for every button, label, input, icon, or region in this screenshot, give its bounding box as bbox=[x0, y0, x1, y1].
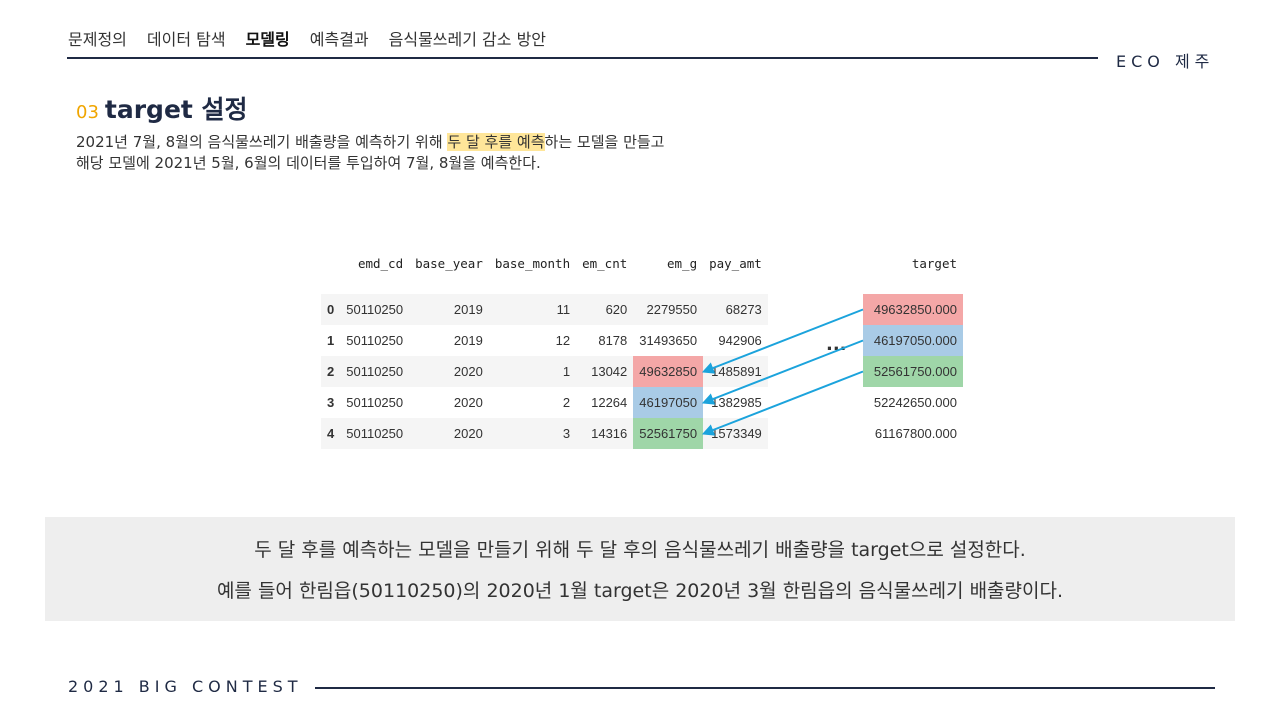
table-cell: 13042 bbox=[576, 356, 634, 387]
table-cell: 68273 bbox=[703, 294, 768, 325]
highlighted-cell-blue: 46197050 bbox=[633, 387, 704, 418]
description: 2021년 7월, 8월의 음식물쓰레기 배출량을 예측하기 위해 두 달 후를… bbox=[76, 132, 664, 174]
table-cell: 50110250 bbox=[340, 356, 410, 387]
table-cell: 14316 bbox=[576, 418, 634, 449]
target-cell-blue: 46197050.000 bbox=[863, 325, 963, 356]
table-cell: 50110250 bbox=[340, 294, 410, 325]
table-cell: 1485891 bbox=[703, 356, 768, 387]
column-header: em_g bbox=[667, 255, 698, 271]
description-highlight: 두 달 후를 예측 bbox=[447, 133, 545, 151]
table-cell: 50110250 bbox=[346, 333, 404, 348]
target-cell-green: 52561750.000 bbox=[863, 356, 963, 387]
description-text: 2021년 7월, 8월의 음식물쓰레기 배출량을 예측하기 위해 bbox=[76, 133, 448, 151]
highlighted-cell-red: 49632850 bbox=[633, 356, 704, 387]
table-cell: 50110250 bbox=[346, 395, 404, 410]
brand-label: ECO 제주 bbox=[1116, 52, 1215, 71]
nav-item-problem[interactable]: 문제정의 bbox=[68, 26, 127, 50]
table-cell: 11 bbox=[488, 294, 577, 325]
top-divider bbox=[67, 57, 1098, 59]
table-row: 2 50110250 2020 1 13042 49632850 1485891 bbox=[321, 356, 768, 387]
table-cell: 2019 bbox=[409, 294, 489, 325]
column-header: emd_cd bbox=[357, 255, 404, 271]
table-cell: 1 bbox=[488, 356, 577, 387]
table-row: 4 50110250 2020 3 14316 52561750 1573349 bbox=[321, 418, 768, 449]
row-index: 4 bbox=[321, 418, 341, 449]
table-cell: 8178 bbox=[598, 333, 628, 348]
table-cell: 2 bbox=[562, 395, 571, 410]
table-cell: 1573349 bbox=[703, 418, 768, 449]
section-number: 03 bbox=[76, 102, 99, 123]
table-cell: 2019 bbox=[453, 333, 483, 348]
column-header: pay_amt bbox=[709, 255, 762, 271]
column-header bbox=[321, 244, 340, 282]
row-index: 2 bbox=[321, 356, 341, 387]
row-index: 1 bbox=[327, 333, 335, 348]
target-header: target bbox=[911, 255, 957, 271]
table-cell: 1382985 bbox=[711, 395, 762, 410]
row-index: 3 bbox=[327, 395, 335, 410]
section-title: 03 target 설정 bbox=[76, 90, 248, 126]
table-cell: 2279550 bbox=[633, 294, 704, 325]
row-index: 0 bbox=[321, 294, 341, 325]
summary-line-2: 예를 들어 한림읍(50110250)의 2020년 1월 target은 20… bbox=[216, 580, 1064, 602]
nav-item-modeling[interactable]: 모델링 bbox=[246, 26, 290, 50]
nav-item-results[interactable]: 예측결과 bbox=[310, 26, 369, 50]
description-line-1: 2021년 7월, 8월의 음식물쓰레기 배출량을 예측하기 위해 두 달 후를… bbox=[76, 132, 664, 153]
table-cell: 620 bbox=[576, 294, 634, 325]
table-cell: 31493650 bbox=[639, 333, 698, 348]
bottom-divider bbox=[315, 687, 1215, 689]
table-cell: 942906 bbox=[718, 333, 762, 348]
top-nav: 문제정의 데이터 탐색 모델링 예측결과 음식물쓰레기 감소 방안 bbox=[68, 26, 546, 50]
target-cell: 52242650.000 bbox=[873, 395, 957, 410]
table-cell: 2020 bbox=[409, 356, 489, 387]
summary-box: 두 달 후를 예측하는 모델을 만들기 위해 두 달 후의 음식물쓰레기 배출량… bbox=[45, 517, 1235, 621]
table-cell: 50110250 bbox=[340, 418, 410, 449]
highlighted-cell-green: 52561750 bbox=[633, 418, 704, 449]
table-row: 3 50110250 2020 2 12264 46197050 1382985 bbox=[321, 387, 768, 418]
column-header: base_year bbox=[415, 255, 483, 271]
dataframe-table: emd_cd base_year base_month em_cnt em_g … bbox=[321, 244, 768, 449]
summary-line-1: 두 달 후를 예측하는 모델을 만들기 위해 두 달 후의 음식물쓰레기 배출량… bbox=[254, 539, 1026, 561]
table-cell: 3 bbox=[488, 418, 577, 449]
table-row: 0 50110250 2019 11 620 2279550 68273 bbox=[321, 294, 768, 325]
ellipsis: ... bbox=[826, 334, 847, 355]
target-cell-red: 49632850.000 bbox=[863, 294, 963, 325]
nav-item-exploration[interactable]: 데이터 탐색 bbox=[147, 26, 226, 50]
target-table: target 49632850.000 46197050.000 5256175… bbox=[863, 244, 963, 449]
table-cell: 12264 bbox=[591, 395, 628, 410]
section-heading: target 설정 bbox=[104, 95, 248, 124]
table-cell: 12 bbox=[555, 333, 571, 348]
column-header: em_cnt bbox=[582, 255, 628, 271]
table-row: 1 50110250 2019 12 8178 31493650 942906 bbox=[321, 325, 768, 356]
column-header: base_month bbox=[494, 255, 571, 271]
target-cell: 61167800.000 bbox=[874, 426, 957, 441]
description-line-2: 해당 모델에 2021년 5월, 6월의 데이터를 투입하여 7월, 8월을 예… bbox=[76, 154, 541, 172]
table-cell: 2020 bbox=[409, 418, 489, 449]
table-cell: 2020 bbox=[453, 395, 483, 410]
description-text: 하는 모델을 만들고 bbox=[544, 133, 665, 151]
nav-item-reduction[interactable]: 음식물쓰레기 감소 방안 bbox=[389, 26, 546, 50]
footer-label: 2021 BIG CONTEST bbox=[68, 677, 303, 696]
